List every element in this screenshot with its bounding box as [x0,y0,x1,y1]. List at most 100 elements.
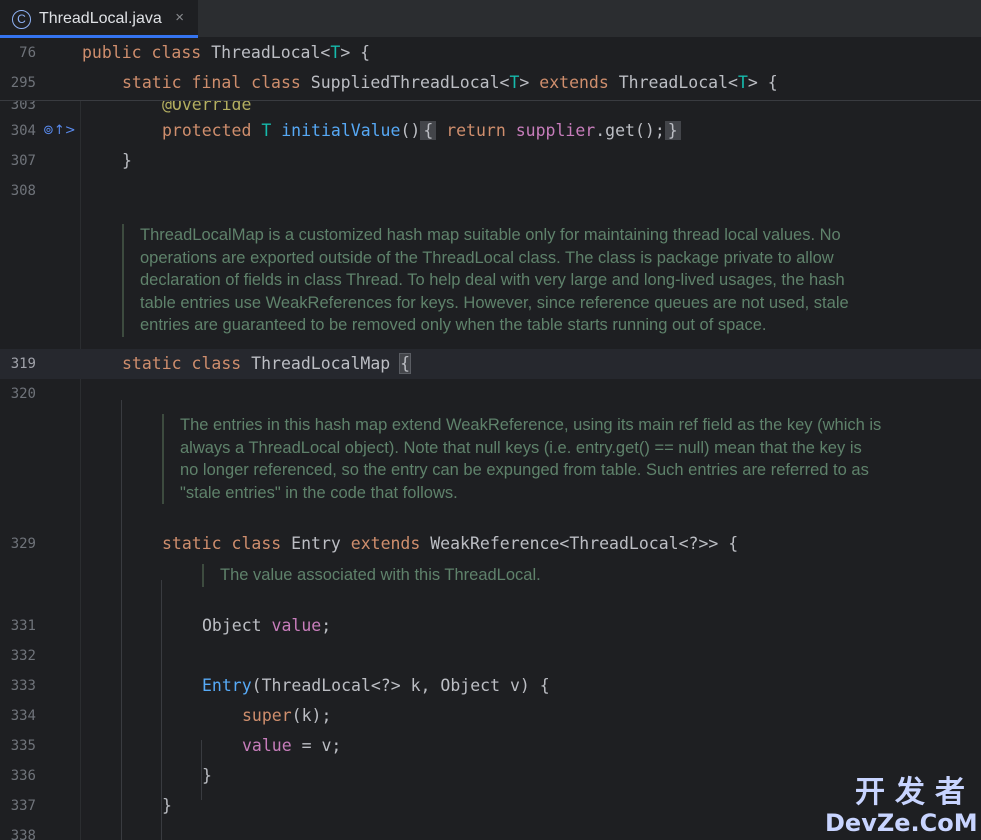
type-param: T [509,73,520,92]
parens: () [400,121,421,140]
code-text: static final class SuppliedThreadLocal<T… [122,73,778,93]
matched-brace: { [399,353,412,374]
code-editor[interactable]: 303 @Override 304 ⊚↑> protected T initia… [0,38,981,840]
doc-line: ThreadLocalMap is a customized hash map … [140,226,841,244]
override-icon[interactable]: ⊚↑> [43,123,76,138]
field: supplier [515,121,596,140]
doc-line: no longer referenced, so the entry can b… [180,461,869,479]
code-text: value = v; [242,736,341,756]
line-number: 307 [10,153,36,169]
line-number: 295 [10,75,36,91]
line-number: 76 [19,45,36,61]
class-name: ThreadLocal< [211,43,331,62]
code-line[interactable]: 304 ⊚↑> protected T initialValue(){ retu… [0,116,981,146]
keyword: extends [350,534,421,553]
code-line[interactable]: 320 [0,379,981,409]
watermark-top: 开发者 [855,775,975,810]
code-line[interactable]: 333 Entry(ThreadLocal<?> k, Object v) { [0,671,981,701]
doc-line: operations are exported outside of the T… [140,248,834,267]
code-text: static class Entry extends WeakReference… [162,534,738,554]
class-name: Entry [291,534,341,553]
code-text: static class ThreadLocalMap { [122,353,412,374]
code-rest: (ThreadLocal<?> k, Object v) { [251,676,550,695]
doc-line: The entries in this hash map extend Weak… [180,416,882,434]
keyword: static [122,73,182,92]
class-name: ThreadLocalMap [251,354,391,373]
javadoc-block: The value associated with this ThreadLoc… [202,564,702,587]
java-class-icon: C [12,9,31,29]
keyword: super [242,706,292,725]
keyword: return [446,121,506,140]
keyword: final [191,73,242,92]
keyword: class [251,73,301,92]
class-name: SuppliedThreadLocal< [310,73,510,92]
doc-line: The value associated with this ThreadLoc… [220,566,541,584]
code-rest: > { [340,43,371,62]
code-text: protected T initialValue(){ return suppl… [162,121,681,141]
keyword: class [231,534,282,553]
doc-line: "stale entries" in the code that follows… [180,483,458,502]
line-number: 329 [10,536,36,552]
keyword: extends [539,73,609,92]
line-number: 308 [10,183,36,199]
line-number: 333 [10,678,36,694]
code-rest: (k); [291,706,332,725]
doc-line: entries are guaranteed to be removed onl… [140,316,767,334]
keyword: static [162,534,222,553]
watermark-bottom: DevZe.CoM [825,809,978,837]
code-text: Entry(ThreadLocal<?> k, Object v) { [202,676,550,696]
close-icon[interactable]: × [175,9,184,26]
javadoc-block: The entries in this hash map extend Weak… [162,414,932,504]
field: value [271,616,322,635]
sticky-line-295[interactable]: 295 static final class SuppliedThreadLoc… [0,68,981,100]
code-rest: WeakReference<ThreadLocal<?>> { [430,534,739,553]
watermark-logo: 开发者 DevZe.CoM [825,775,978,837]
code-line[interactable]: 308 [0,176,981,206]
line-number: 338 [10,828,36,840]
code-text: } [122,151,132,170]
editor-tab-bar: C ThreadLocal.java × [0,0,981,38]
code-line[interactable]: 331 Object value; [0,611,981,641]
sticky-line-76[interactable]: 76 public class ThreadLocal<T> { [0,38,981,68]
field: value [242,736,292,755]
keyword: class [151,43,202,62]
keyword: class [191,354,242,373]
type-param: T [737,73,748,92]
code-text: } [202,766,212,785]
code-rest: > { [747,73,778,92]
code-line[interactable]: 335 value = v; [0,731,981,761]
keyword: protected [162,121,252,140]
line-number: 304 [10,123,36,139]
line-number: 320 [10,386,36,402]
code-text: public class ThreadLocal<T> { [82,43,370,63]
constructor-name: Entry [202,676,252,695]
code-line[interactable]: 307 } [0,146,981,176]
code-line[interactable]: 329 static class Entry extends WeakRefer… [0,529,981,559]
code-rest: = v; [291,736,342,755]
class-name: ThreadLocal< [618,73,738,92]
javadoc-block: ThreadLocalMap is a customized hash map … [122,224,902,337]
line-number: 335 [10,738,36,754]
line-number: 319 [10,356,36,372]
code-line[interactable]: 334 super(k); [0,701,981,731]
line-number: 331 [10,618,36,634]
line-number: 332 [10,648,36,664]
folded-brace-open[interactable]: { [420,121,437,140]
doc-line: declaration of fields in class Thread. T… [140,271,845,289]
method-name: initialValue [281,121,401,140]
keyword: static [122,354,182,373]
type-param: T [330,43,341,62]
code-text: } [162,796,172,815]
call: .get(); [595,121,665,140]
code-text: super(k); [242,706,331,726]
code-line[interactable]: 332 [0,641,981,671]
tab-filename: ThreadLocal.java [39,10,162,27]
code-line-current[interactable]: 319 static class ThreadLocalMap { [0,349,981,379]
folded-brace-close[interactable]: } [664,121,681,140]
code-rest: > [519,73,530,92]
line-number: 336 [10,768,36,784]
line-number: 337 [10,798,36,814]
tab-threadlocal-java[interactable]: C ThreadLocal.java × [0,0,198,38]
type-name: Object [202,616,262,635]
doc-line: always a ThreadLocal object). Note that … [180,438,862,457]
